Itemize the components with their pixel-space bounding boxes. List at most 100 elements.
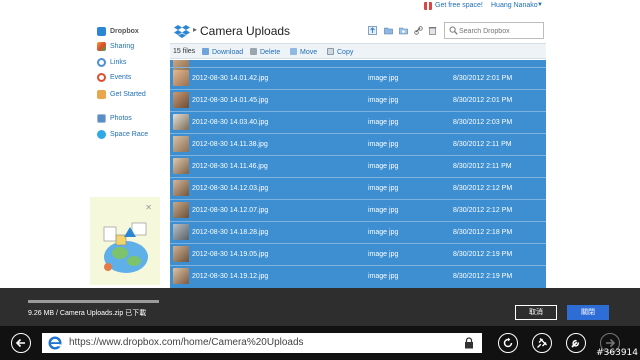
sidebar-item-dropbox[interactable]: Dropbox: [90, 26, 170, 38]
pin-to-start-button[interactable]: [532, 333, 552, 353]
cancel-button[interactable]: 取消: [515, 305, 557, 320]
wrench-icon: [571, 339, 580, 348]
share-folder-icon[interactable]: [399, 26, 408, 35]
file-modified: 8/30/2012 2:19 PM: [453, 273, 513, 280]
file-name: 2012-08-30 14.19.12.jpg: [192, 273, 269, 280]
search-input[interactable]: [459, 25, 541, 37]
table-row[interactable]: 2012-08-30 14.01.45.jpg image jpg 8/30/2…: [170, 89, 546, 110]
upload-icon[interactable]: [368, 26, 377, 35]
user-menu[interactable]: Huang Nanako: [491, 2, 538, 9]
url-text: https://www.dropbox.com/home/Camera%20Up…: [69, 337, 304, 348]
sidebar-item-sharing[interactable]: Sharing: [90, 41, 170, 53]
file-name: 2012-08-30 14.11.38.jpg: [192, 141, 268, 148]
table-row[interactable]: 2012-08-30 14.11.46.jpg image jpg 8/30/2…: [170, 155, 546, 176]
link-icon[interactable]: [414, 26, 423, 35]
selection-action-bar: 15 files Download Delete Move Copy: [170, 43, 546, 59]
sidebar-item-label: Events: [110, 74, 132, 81]
promo-illustration: [103, 222, 148, 273]
photo-thumbnail: [173, 180, 189, 196]
file-name: 2012-08-30 14.01.42.jpg: [192, 75, 269, 82]
download-progress-fill: [28, 300, 159, 303]
get-free-space-link[interactable]: Get free space!: [435, 2, 483, 9]
photos-icon: [97, 114, 106, 123]
table-row[interactable]: 2012-08-30 14.03.40.jpg image jpg 8/30/2…: [170, 111, 546, 132]
delete-icon: [250, 48, 257, 55]
new-folder-icon[interactable]: [384, 26, 393, 35]
folder-header: ▸ Camera Uploads: [172, 21, 546, 41]
file-kind: image jpg: [368, 141, 399, 148]
back-button[interactable]: [11, 333, 31, 353]
file-kind: image jpg: [368, 229, 399, 236]
search-box[interactable]: [444, 22, 544, 39]
search-icon: [449, 26, 458, 35]
page-tools-button[interactable]: [566, 333, 586, 353]
sidebar-item-links[interactable]: Links: [90, 57, 170, 69]
sidebar-item-photos[interactable]: Photos: [90, 113, 170, 125]
download-label: Download: [212, 49, 244, 56]
move-button[interactable]: Move: [290, 48, 317, 56]
table-row[interactable]: 2012-08-30 14.12.03.jpg image jpg 8/30/2…: [170, 177, 546, 198]
file-modified: 8/30/2012 2:03 PM: [453, 119, 513, 126]
file-count: 15 files: [173, 48, 196, 55]
internet-explorer-icon: [48, 336, 62, 350]
close-button[interactable]: 關閉: [567, 305, 609, 320]
file-kind: image jpg: [368, 163, 399, 170]
photo-thumbnail: [173, 114, 189, 130]
deleted-files-icon[interactable]: [428, 26, 437, 35]
file-name: 2012-08-30 14.11.46.jpg: [192, 163, 268, 170]
sidebar-item-label: Sharing: [110, 43, 135, 50]
file-name: 2012-08-30 14.12.03.jpg: [192, 185, 269, 192]
table-row[interactable]: 2012-08-30 14.11.38.jpg image jpg 8/30/2…: [170, 133, 546, 154]
table-row[interactable]: 2012-08-30 14.12.07.jpg image jpg 8/30/2…: [170, 199, 546, 220]
file-modified: 8/30/2012 2:11 PM: [453, 163, 512, 170]
url-field[interactable]: https://www.dropbox.com/home/Camera%20Up…: [42, 333, 482, 353]
photo-thumbnail: [173, 202, 189, 218]
lock-icon[interactable]: [464, 337, 474, 349]
sharing-icon: [97, 42, 106, 51]
download-progress-bar: [28, 300, 159, 303]
top-nav: Get free space! Huang Nanako ▼: [0, 0, 640, 14]
pin-icon: [537, 338, 547, 348]
file-name: 2012-08-30 14.12.07.jpg: [192, 207, 269, 214]
dropbox-logo-icon: [174, 25, 190, 38]
file-name: 2012-08-30 14.03.40.jpg: [192, 119, 269, 126]
move-label: Move: [300, 49, 318, 56]
file-modified: 8/30/2012 2:11 PM: [453, 141, 512, 148]
table-row[interactable]: 2012-08-30 14.19.05.jpg image jpg 8/30/2…: [170, 243, 546, 264]
gift-icon: [424, 2, 432, 10]
sidebar-item-label: Get Started: [110, 91, 146, 98]
sidebar-item-space-race[interactable]: Space Race: [90, 129, 170, 141]
close-promo-icon[interactable]: ✕: [145, 203, 152, 212]
file-name: 2012-08-30 14.01.45.jpg: [192, 97, 269, 104]
table-row[interactable]: 2012-08-30 14.18.28.jpg image jpg 8/30/2…: [170, 221, 546, 242]
refresh-icon: [503, 337, 513, 348]
refresh-button[interactable]: [498, 333, 518, 353]
watermark: #363914: [596, 348, 638, 358]
photo-thumbnail: [173, 224, 189, 240]
links-icon: [97, 58, 106, 67]
download-button[interactable]: Download: [202, 48, 243, 56]
events-icon: [97, 73, 106, 82]
table-row[interactable]: 2012-08-30 14.19.12.jpg image jpg 8/30/2…: [170, 265, 546, 286]
breadcrumb-arrow-icon: ▸: [193, 25, 198, 34]
download-status-text: 9.26 MB / Camera Uploads.zip 已下載: [28, 310, 147, 317]
sidebar-item-label: Photos: [110, 115, 132, 122]
table-row[interactable]: 2012-08-30 14.01.42.jpg image jpg 8/30/2…: [170, 67, 546, 88]
sidebar-item-label: Links: [110, 59, 127, 66]
photo-thumbnail: [173, 92, 189, 108]
file-list: 2012-08-30 14.01.42.jpg image jpg 8/30/2…: [170, 60, 546, 288]
sidebar-item-events[interactable]: Events: [90, 72, 170, 84]
file-name: 2012-08-30 14.18.28.jpg: [192, 229, 269, 236]
file-kind: image jpg: [368, 97, 399, 104]
dropbox-icon: [97, 27, 106, 36]
sidebar-item-get-started[interactable]: Get Started: [90, 89, 170, 101]
file-modified: 8/30/2012 2:19 PM: [453, 251, 513, 258]
copy-button[interactable]: Copy: [327, 48, 353, 56]
file-kind: image jpg: [368, 75, 399, 82]
file-name: 2012-08-30 14.19.05.jpg: [192, 251, 269, 258]
delete-button[interactable]: Delete: [250, 48, 280, 56]
photo-thumbnail: [173, 246, 189, 262]
user-menu-caret-icon[interactable]: ▼: [537, 2, 543, 8]
file-modified: 8/30/2012 2:01 PM: [453, 75, 513, 82]
file-modified: 8/30/2012 2:18 PM: [453, 229, 513, 236]
